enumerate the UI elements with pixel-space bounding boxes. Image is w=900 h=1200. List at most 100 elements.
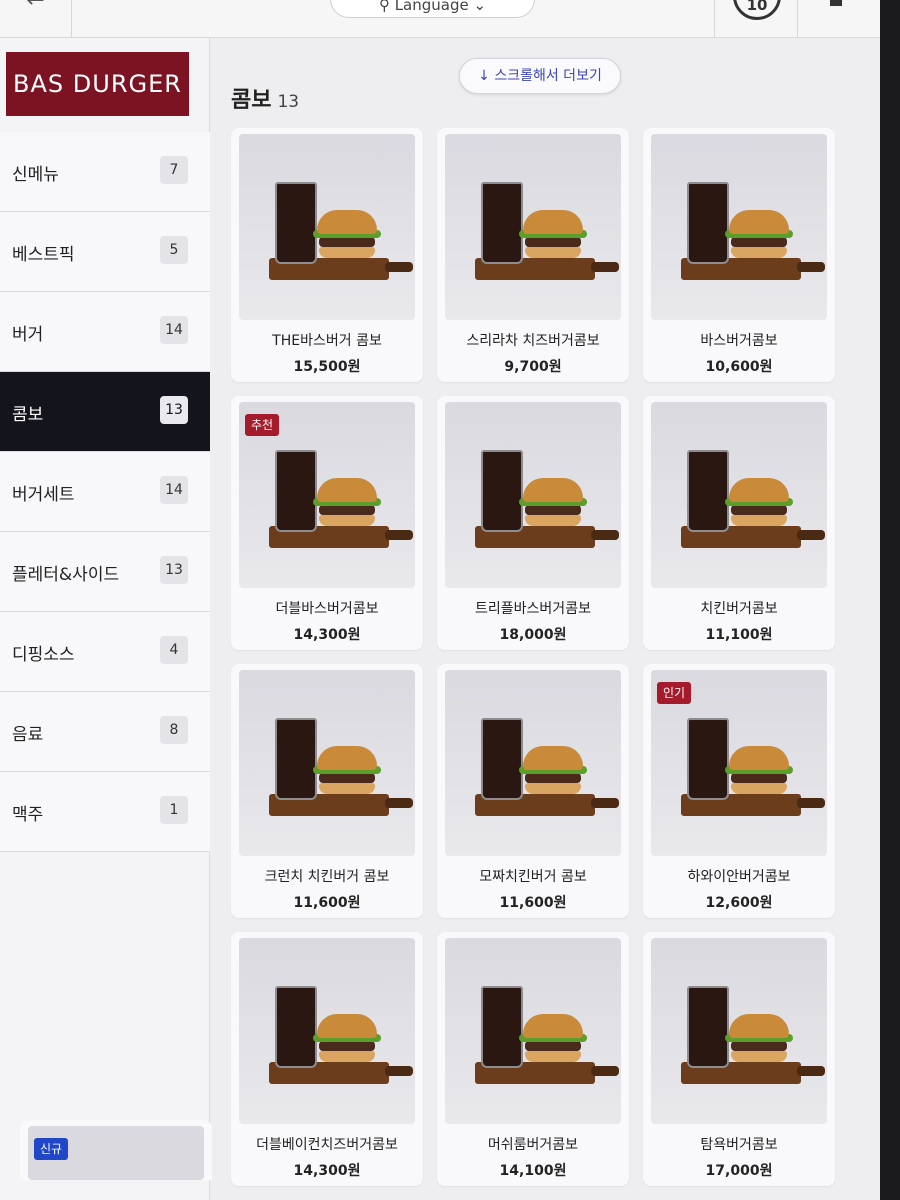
sidebar-category-item[interactable]: 콤보 13 [0,372,210,452]
device-bezel [880,0,900,1200]
sidebar-category-item[interactable]: 음료 8 [0,692,210,772]
language-button[interactable]: ⚲ Language ⌄ [330,0,535,18]
scroll-hint-button[interactable]: ↓ 스크롤해서 더보기 [459,58,621,94]
language-label: ⚲ Language ⌄ [378,0,487,14]
category-count-badge: 7 [160,156,188,184]
sidebar-category-item[interactable]: 디핑소스 4 [0,612,210,692]
countdown-timer: 10 [733,0,781,20]
product-name: 하와이안버거콤보 [687,869,791,885]
category-label: 음료 [12,725,44,745]
bottom-bun [731,515,787,526]
bottom-bun [731,783,787,794]
product-image [445,134,621,320]
section-item-count: 13 [277,92,300,112]
product-card[interactable]: 모짜치킨버거 콤보 11,600원 [437,664,629,918]
product-image [651,134,827,320]
top-bun [729,478,789,502]
burger [725,478,793,528]
category-label: 베스트픽 [12,245,75,265]
sidebar-category-item[interactable]: 맥주 1 [0,772,210,852]
product-image [239,670,415,856]
partial-product-card[interactable]: 신규 [20,1120,212,1180]
product-image [445,402,621,588]
section-title: 콤보 13 [231,82,299,114]
sidebar-category-item[interactable]: 플레터&사이드 13 [0,532,210,612]
product-card[interactable]: 추천 더블바스버거콤보 14,300원 [231,396,423,650]
category-count-badge: 13 [160,396,188,424]
product-badge: 인기 [657,682,692,704]
category-label: 플레터&사이드 [12,565,120,585]
category-label: 신메뉴 [12,165,59,185]
product-image [445,938,621,1124]
board-handle [385,1066,413,1076]
patty [319,1041,375,1051]
bottom-bun [319,247,375,258]
burger [519,1014,587,1064]
product-name: 더블베이컨치즈버거콤보 [256,1137,398,1153]
burger [313,1014,381,1064]
sidebar-category-item[interactable]: 베스트픽 5 [0,212,210,292]
burger [313,746,381,796]
product-card[interactable]: 바스버거콤보 10,600원 [643,128,835,382]
timer-container: 10 [714,0,798,38]
top-bun [523,478,583,502]
category-label: 버거세트 [12,485,75,505]
cola-glass [687,718,729,800]
burger [725,1014,793,1064]
cart-icon[interactable] [830,0,842,6]
product-name: 크런치 치킨버거 콤보 [264,869,390,885]
product-card[interactable]: 더블베이컨치즈버거콤보 14,300원 [231,932,423,1186]
product-card[interactable]: 스리라차 치즈버거콤보 9,700원 [437,128,629,382]
product-image [651,938,827,1124]
cola-glass [481,718,523,800]
top-bun [523,1014,583,1038]
patty [731,773,787,783]
product-card[interactable]: 인기 하와이안버거콤보 12,600원 [643,664,835,918]
product-card[interactable]: 트리플바스버거콤보 18,000원 [437,396,629,650]
back-button[interactable]: ← [0,0,72,38]
sidebar-category-item[interactable]: 신메뉴 7 [0,132,210,212]
sidebar-category-item[interactable]: 버거세트 14 [0,452,210,532]
cola-glass [275,718,317,800]
product-card[interactable]: 치킨버거콤보 11,100원 [643,396,835,650]
cola-glass [481,182,523,264]
patty [731,505,787,515]
board-handle [591,1066,619,1076]
category-label: 버거 [12,325,44,345]
product-card[interactable]: 크런치 치킨버거 콤보 11,600원 [231,664,423,918]
top-bun [317,478,377,502]
category-count-badge: 5 [160,236,188,264]
product-card[interactable]: 머쉬룸버거콤보 14,100원 [437,932,629,1186]
patty [525,1041,581,1051]
product-card[interactable]: 탐욕버거콤보 17,000원 [643,932,835,1186]
patty [731,1041,787,1051]
category-count-badge: 4 [160,636,188,664]
product-card[interactable]: THE바스버거 콤보 15,500원 [231,128,423,382]
burger [725,746,793,796]
board-handle [591,262,619,272]
top-bun [523,210,583,234]
brand-logo: BAS DURGER [6,52,189,116]
sidebar-category-item[interactable]: 버거 14 [0,292,210,372]
cola-glass [275,986,317,1068]
bottom-bun [525,783,581,794]
patty [525,237,581,247]
category-count-badge: 14 [160,316,188,344]
top-bun [317,746,377,770]
bottom-bun [319,515,375,526]
product-image [239,134,415,320]
patty [319,773,375,783]
patty [319,237,375,247]
category-label: 콤보 [12,405,44,425]
product-price: 11,600원 [499,895,567,911]
product-price: 14,300원 [293,627,361,643]
category-count-badge: 8 [160,716,188,744]
product-image [239,938,415,1124]
product-name: THE바스버거 콤보 [272,333,382,349]
top-bun [729,746,789,770]
board-handle [385,798,413,808]
board-handle [797,262,825,272]
product-name: 스리라차 치즈버거콤보 [466,333,600,349]
burger [313,478,381,528]
patty [731,237,787,247]
